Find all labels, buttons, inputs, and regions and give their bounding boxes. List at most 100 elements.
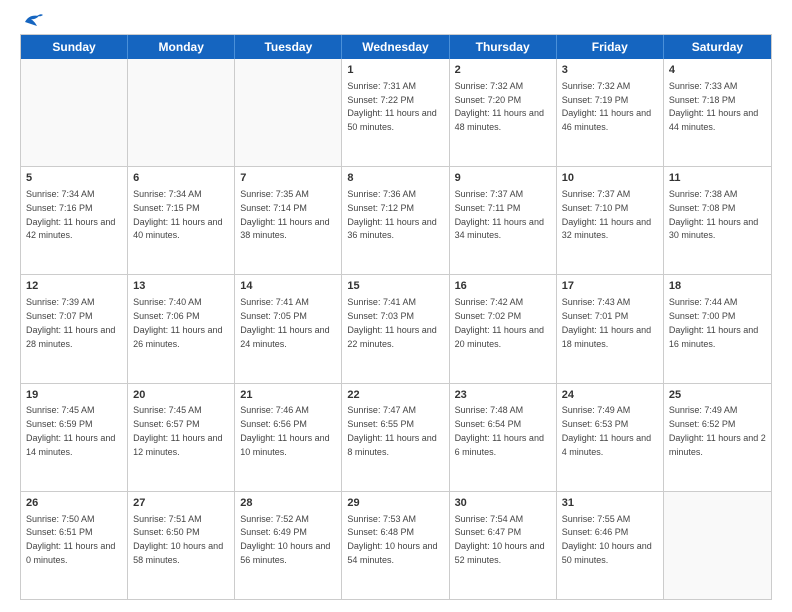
calendar-cell-5-2: 27Sunrise: 7:51 AM Sunset: 6:50 PM Dayli… (128, 492, 235, 599)
day-info: Sunrise: 7:49 AM Sunset: 6:53 PM Dayligh… (562, 405, 651, 456)
day-number: 17 (562, 279, 658, 294)
calendar-cell-5-4: 29 Sunrise: 7:53 AM Sunset: 6:48 PM Dayli… (342, 492, 449, 599)
weekday-header-saturday: Saturday (664, 35, 771, 59)
day-info: Sunrise: 7:37 AM Sunset: 7:10 PM Dayligh… (562, 189, 651, 240)
calendar: SundayMondayTuesdayWednesdayThursdayFrid… (20, 34, 772, 600)
day-info: Sunrise: 7:46 AM Sunset: 6:56 PM Dayligh… (240, 405, 329, 456)
day-number: 22 (347, 388, 443, 403)
calendar-cell-3-1: 12Sunrise: 7:39 AM Sunset: 7:07 PM Dayli… (21, 275, 128, 382)
day-number: 26 (26, 496, 122, 511)
day-number: 27 (133, 496, 229, 511)
calendar-cell-4-7: 25Sunrise: 7:49 AM Sunset: 6:52 PM Dayli… (664, 384, 771, 491)
calendar-row-2: 5 Sunrise: 7:34 AM Sunset: 7:16 PM Daylig… (21, 167, 771, 275)
day-number: 20 (133, 388, 229, 403)
day-info: Sunrise: 7:38 AM Sunset: 7:08 PM Dayligh… (669, 189, 758, 240)
weekday-header-thursday: Thursday (450, 35, 557, 59)
day-number: 16 (455, 279, 551, 294)
calendar-cell-1-2 (128, 59, 235, 166)
calendar-cell-2-2: 6 Sunrise: 7:34 AM Sunset: 7:15 PM Daylig… (128, 167, 235, 274)
day-number: 2 (455, 63, 551, 78)
page: SundayMondayTuesdayWednesdayThursdayFrid… (0, 0, 792, 612)
logo-bird-icon (21, 12, 43, 30)
day-number: 19 (26, 388, 122, 403)
day-number: 25 (669, 388, 766, 403)
day-info: Sunrise: 7:34 AM Sunset: 7:16 PM Dayligh… (26, 189, 115, 240)
calendar-cell-5-1: 26 Sunrise: 7:50 AM Sunset: 6:51 PM Dayli… (21, 492, 128, 599)
calendar-cell-3-3: 14 Sunrise: 7:41 AM Sunset: 7:05 PM Dayli… (235, 275, 342, 382)
day-info: Sunrise: 7:34 AM Sunset: 7:15 PM Dayligh… (133, 189, 222, 240)
day-info: Sunrise: 7:53 AM Sunset: 6:48 PM Dayligh… (347, 514, 437, 565)
day-info: Sunrise: 7:44 AM Sunset: 7:00 PM Dayligh… (669, 297, 758, 348)
calendar-cell-2-5: 9 Sunrise: 7:37 AM Sunset: 7:11 PM Daylig… (450, 167, 557, 274)
day-info: Sunrise: 7:45 AM Sunset: 6:59 PM Dayligh… (26, 405, 115, 456)
calendar-cell-4-1: 19 Sunrise: 7:45 AM Sunset: 6:59 PM Dayli… (21, 384, 128, 491)
day-number: 1 (347, 63, 443, 78)
calendar-cell-4-4: 22Sunrise: 7:47 AM Sunset: 6:55 PM Dayli… (342, 384, 449, 491)
day-info: Sunrise: 7:35 AM Sunset: 7:14 PM Dayligh… (240, 189, 329, 240)
calendar-cell-4-5: 23 Sunrise: 7:48 AM Sunset: 6:54 PM Dayli… (450, 384, 557, 491)
calendar-cell-3-7: 18Sunrise: 7:44 AM Sunset: 7:00 PM Dayli… (664, 275, 771, 382)
day-info: Sunrise: 7:33 AM Sunset: 7:18 PM Dayligh… (669, 81, 758, 132)
calendar-cell-5-3: 28 Sunrise: 7:52 AM Sunset: 6:49 PM Dayli… (235, 492, 342, 599)
day-info: Sunrise: 7:32 AM Sunset: 7:19 PM Dayligh… (562, 81, 651, 132)
calendar-cell-4-6: 24Sunrise: 7:49 AM Sunset: 6:53 PM Dayli… (557, 384, 664, 491)
calendar-header: SundayMondayTuesdayWednesdayThursdayFrid… (21, 35, 771, 59)
day-number: 14 (240, 279, 336, 294)
day-info: Sunrise: 7:41 AM Sunset: 7:05 PM Dayligh… (240, 297, 329, 348)
day-number: 7 (240, 171, 336, 186)
day-number: 12 (26, 279, 122, 294)
day-number: 15 (347, 279, 443, 294)
calendar-cell-2-3: 7 Sunrise: 7:35 AM Sunset: 7:14 PM Daylig… (235, 167, 342, 274)
day-info: Sunrise: 7:48 AM Sunset: 6:54 PM Dayligh… (455, 405, 544, 456)
calendar-cell-2-1: 5 Sunrise: 7:34 AM Sunset: 7:16 PM Daylig… (21, 167, 128, 274)
day-info: Sunrise: 7:37 AM Sunset: 7:11 PM Dayligh… (455, 189, 544, 240)
weekday-header-sunday: Sunday (21, 35, 128, 59)
header (20, 16, 772, 24)
calendar-cell-1-6: 3Sunrise: 7:32 AM Sunset: 7:19 PM Daylig… (557, 59, 664, 166)
day-number: 23 (455, 388, 551, 403)
day-number: 30 (455, 496, 551, 511)
day-info: Sunrise: 7:32 AM Sunset: 7:20 PM Dayligh… (455, 81, 544, 132)
calendar-cell-3-4: 15 Sunrise: 7:41 AM Sunset: 7:03 PM Dayli… (342, 275, 449, 382)
day-info: Sunrise: 7:50 AM Sunset: 6:51 PM Dayligh… (26, 514, 115, 565)
weekday-header-friday: Friday (557, 35, 664, 59)
calendar-cell-2-7: 11 Sunrise: 7:38 AM Sunset: 7:08 PM Dayli… (664, 167, 771, 274)
calendar-row-3: 12Sunrise: 7:39 AM Sunset: 7:07 PM Dayli… (21, 275, 771, 383)
day-number: 5 (26, 171, 122, 186)
calendar-cell-1-1 (21, 59, 128, 166)
calendar-cell-4-3: 21 Sunrise: 7:46 AM Sunset: 6:56 PM Dayli… (235, 384, 342, 491)
weekday-header-wednesday: Wednesday (342, 35, 449, 59)
day-info: Sunrise: 7:55 AM Sunset: 6:46 PM Dayligh… (562, 514, 652, 565)
day-info: Sunrise: 7:52 AM Sunset: 6:49 PM Dayligh… (240, 514, 330, 565)
logo (20, 16, 43, 24)
day-number: 21 (240, 388, 336, 403)
day-info: Sunrise: 7:45 AM Sunset: 6:57 PM Dayligh… (133, 405, 222, 456)
day-info: Sunrise: 7:43 AM Sunset: 7:01 PM Dayligh… (562, 297, 651, 348)
day-number: 10 (562, 171, 658, 186)
calendar-row-5: 26 Sunrise: 7:50 AM Sunset: 6:51 PM Dayli… (21, 492, 771, 599)
day-info: Sunrise: 7:54 AM Sunset: 6:47 PM Dayligh… (455, 514, 545, 565)
day-number: 9 (455, 171, 551, 186)
weekday-header-monday: Monday (128, 35, 235, 59)
calendar-cell-4-2: 20 Sunrise: 7:45 AM Sunset: 6:57 PM Dayli… (128, 384, 235, 491)
calendar-cell-5-5: 30 Sunrise: 7:54 AM Sunset: 6:47 PM Dayli… (450, 492, 557, 599)
calendar-cell-5-6: 31 Sunrise: 7:55 AM Sunset: 6:46 PM Dayli… (557, 492, 664, 599)
calendar-row-4: 19 Sunrise: 7:45 AM Sunset: 6:59 PM Dayli… (21, 384, 771, 492)
day-number: 6 (133, 171, 229, 186)
day-number: 31 (562, 496, 658, 511)
day-info: Sunrise: 7:31 AM Sunset: 7:22 PM Dayligh… (347, 81, 436, 132)
calendar-row-1: 1 Sunrise: 7:31 AM Sunset: 7:22 PM Daylig… (21, 59, 771, 167)
day-info: Sunrise: 7:42 AM Sunset: 7:02 PM Dayligh… (455, 297, 544, 348)
calendar-cell-3-5: 16 Sunrise: 7:42 AM Sunset: 7:02 PM Dayli… (450, 275, 557, 382)
day-number: 28 (240, 496, 336, 511)
day-number: 11 (669, 171, 766, 186)
calendar-cell-1-3 (235, 59, 342, 166)
day-number: 8 (347, 171, 443, 186)
calendar-cell-2-6: 10 Sunrise: 7:37 AM Sunset: 7:10 PM Dayli… (557, 167, 664, 274)
weekday-header-tuesday: Tuesday (235, 35, 342, 59)
day-number: 29 (347, 496, 443, 511)
day-number: 4 (669, 63, 766, 78)
day-info: Sunrise: 7:41 AM Sunset: 7:03 PM Dayligh… (347, 297, 436, 348)
calendar-cell-5-7 (664, 492, 771, 599)
calendar-cell-3-2: 13Sunrise: 7:40 AM Sunset: 7:06 PM Dayli… (128, 275, 235, 382)
